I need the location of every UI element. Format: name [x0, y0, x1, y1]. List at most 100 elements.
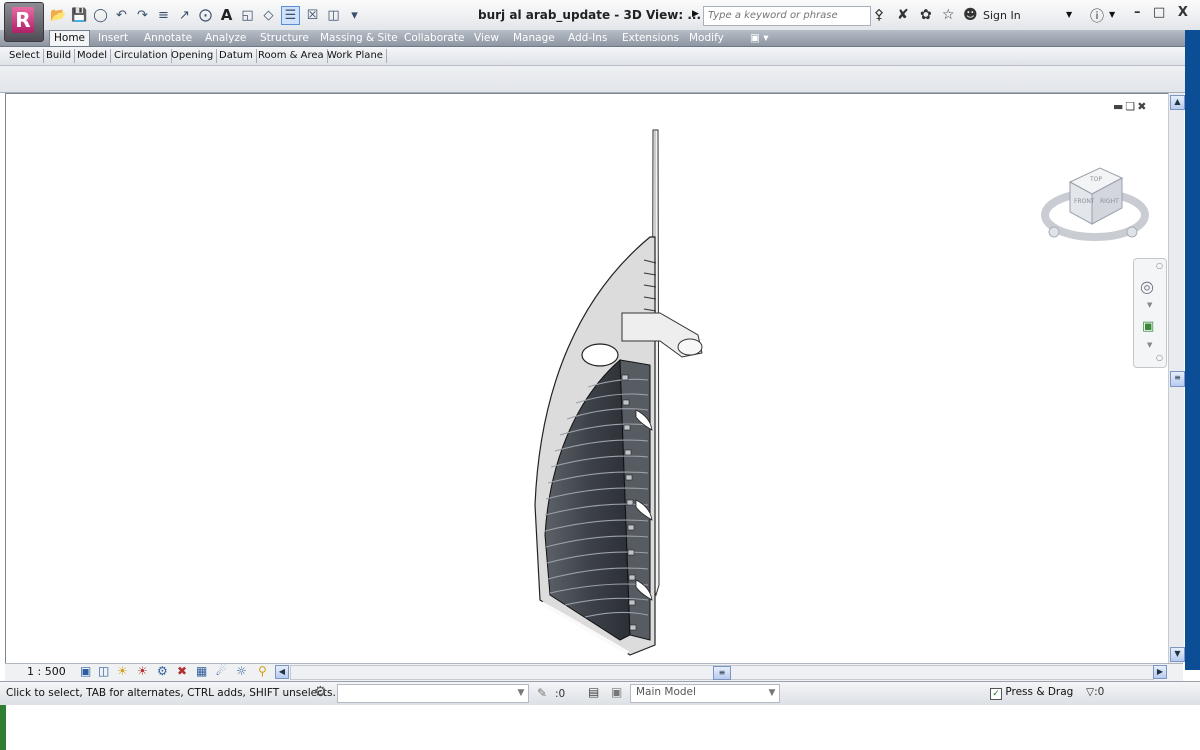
communication-center-icon[interactable]: ✿	[920, 7, 932, 23]
text-icon[interactable]: A	[218, 6, 235, 24]
scroll-left-arrow-icon[interactable]: ◀	[275, 665, 289, 679]
view-scale[interactable]: 1 : 500	[27, 665, 66, 678]
desktop-edge	[1185, 30, 1200, 670]
filter-count: :0	[1094, 686, 1105, 698]
temporary-hide-icon[interactable]: ☼	[236, 664, 247, 678]
vertical-scroll-thumb[interactable]: ≡	[1170, 371, 1185, 387]
worksets-icon[interactable]: ⚙	[314, 684, 327, 700]
zoom-dropdown-icon[interactable]: ▼	[1147, 341, 1152, 349]
unlocked-3d-view-icon[interactable]: ☄	[216, 664, 227, 678]
press-drag-checkbox[interactable]: ✓	[990, 688, 1002, 700]
helipad	[581, 343, 619, 367]
visual-style-icon[interactable]: ◫	[98, 664, 109, 678]
panel-build[interactable]: Build	[43, 49, 76, 63]
horizontal-scrollbar[interactable]: ≡	[290, 665, 1154, 680]
tab-extensions[interactable]: Extensions	[618, 31, 683, 46]
active-design-option-icon[interactable]: ▣	[611, 685, 622, 699]
design-options-icon[interactable]: ▤	[588, 685, 599, 699]
help-icon[interactable]: ⓘ	[1090, 6, 1104, 26]
tab-collaborate[interactable]: Collaborate	[400, 31, 468, 46]
sun-path-icon[interactable]: ☀	[117, 664, 128, 678]
panel-room-area[interactable]: Room & Area	[255, 49, 328, 63]
scroll-down-arrow-icon[interactable]: ▼	[1170, 647, 1185, 662]
tab-massing-site[interactable]: Massing & Site	[316, 31, 402, 46]
default-3d-view-icon[interactable]: ◱	[239, 7, 256, 24]
save-icon[interactable]: 💾	[71, 7, 88, 24]
sync-icon[interactable]: ◯	[92, 7, 109, 24]
steering-wheel-icon[interactable]: ◎	[1140, 277, 1154, 296]
editable-only-icon[interactable]: ✎	[537, 686, 547, 700]
desktop-area	[0, 705, 1200, 750]
aligned-dimension-icon[interactable]: ↗	[176, 7, 193, 24]
viewcube[interactable]: TOP FRONT RIGHT	[1040, 160, 1150, 245]
press-drag-toggle[interactable]: ✓ Press & Drag	[990, 686, 1073, 700]
tab-modify[interactable]: Modify	[685, 31, 728, 46]
design-option-dropdown-arrow-icon[interactable]: ▼	[765, 685, 779, 702]
application-menu-button[interactable]: R	[4, 2, 44, 42]
filter-icon: ▽	[1086, 686, 1095, 698]
viewcube-home-icon[interactable]	[1048, 226, 1060, 238]
customize-qat-icon[interactable]: ▾	[346, 7, 363, 24]
close-hidden-windows-icon[interactable]: ☒	[304, 7, 321, 24]
zoom-region-icon[interactable]: ▣	[1142, 319, 1154, 334]
help-dropdown-icon[interactable]: ▼	[1109, 10, 1115, 19]
scroll-right-arrow-icon[interactable]: ▶	[1153, 665, 1167, 679]
binoculars-icon[interactable]: ⚴	[874, 7, 884, 23]
navbar-options-icon[interactable]: ○	[1156, 353, 1163, 362]
panel-model[interactable]: Model	[74, 49, 112, 63]
panel-opening[interactable]: Opening	[168, 49, 218, 63]
scroll-up-arrow-icon[interactable]: ▲	[1170, 95, 1185, 110]
panel-select[interactable]: Select	[6, 49, 44, 63]
subscription-center-icon[interactable]: ✘	[897, 7, 909, 23]
selection-filter[interactable]: ▽:0	[1086, 686, 1104, 698]
sign-in-dropdown-icon[interactable]: ▼	[1066, 10, 1072, 19]
tab-add-ins[interactable]: Add-Ins	[564, 31, 611, 46]
tag-icon[interactable]: ⨀	[197, 7, 214, 24]
favorites-star-icon[interactable]: ☆	[942, 7, 955, 23]
tab-annotate[interactable]: Annotate	[140, 31, 196, 46]
view-window-controls[interactable]: ▬❏✖	[1113, 100, 1148, 113]
ribbon-minimize-icon[interactable]: ▣ ▾	[746, 31, 773, 46]
navbar-close-icon[interactable]: ○	[1156, 261, 1163, 270]
building-model[interactable]	[510, 125, 720, 665]
window-controls[interactable]: – □ X	[1134, 5, 1192, 20]
press-drag-label: Press & Drag	[1005, 686, 1074, 698]
viewcube-rotate-icon[interactable]	[1126, 226, 1138, 238]
switch-windows-icon[interactable]: ◫	[325, 7, 342, 24]
crop-view-icon[interactable]: ✖	[177, 664, 187, 678]
measure-icon[interactable]: ≡	[155, 7, 172, 24]
undo-icon[interactable]: ↶	[113, 7, 130, 24]
tab-insert[interactable]: Insert	[94, 31, 132, 46]
tab-manage[interactable]: Manage	[509, 31, 559, 46]
search-expand-icon[interactable]: ▶	[692, 9, 699, 19]
workset-dropdown[interactable]: ▼	[337, 684, 529, 703]
reveal-hidden-icon[interactable]: ⚲	[258, 664, 267, 678]
revit-logo-icon: R	[12, 7, 34, 33]
search-box[interactable]	[703, 6, 872, 26]
panel-circulation[interactable]: Circulation	[111, 49, 172, 63]
steering-dropdown-icon[interactable]: ▼	[1147, 301, 1152, 309]
quick-access-toolbar: 📂 💾 ◯ ↶ ↷ ≡ ↗ ⨀ A ◱ ◇ ☰ ☒ ◫ ▾	[50, 5, 363, 25]
viewcube-front-label: FRONT	[1074, 198, 1095, 205]
sign-in-link[interactable]: Sign In	[983, 9, 1021, 22]
detail-level-icon[interactable]: ▣	[80, 664, 91, 678]
vertical-scrollbar[interactable]: ▲ ≡ ▼	[1168, 93, 1185, 663]
tab-structure[interactable]: Structure	[256, 31, 313, 46]
panel-work-plane[interactable]: Work Plane	[324, 49, 387, 63]
tab-analyze[interactable]: Analyze	[201, 31, 250, 46]
horizontal-scroll-thumb[interactable]: ≡	[713, 666, 731, 680]
ribbon-tab-bar: Home Insert Annotate Analyze Structure M…	[0, 30, 1185, 47]
tab-home[interactable]: Home	[49, 30, 91, 46]
tab-view[interactable]: View	[470, 31, 503, 46]
open-icon[interactable]: 📂	[50, 7, 67, 24]
search-input[interactable]	[704, 7, 872, 23]
shadows-icon[interactable]: ☀	[137, 664, 148, 678]
thin-lines-icon[interactable]: ☰	[281, 5, 300, 25]
show-rendering-icon[interactable]: ⚙	[157, 664, 168, 678]
redo-icon[interactable]: ↷	[134, 7, 151, 24]
panel-datum[interactable]: Datum	[216, 49, 257, 63]
show-crop-region-icon[interactable]: ▦	[196, 664, 207, 678]
section-icon[interactable]: ◇	[260, 7, 277, 24]
workset-dropdown-arrow-icon[interactable]: ▼	[514, 685, 528, 702]
skybar-end	[677, 338, 703, 356]
